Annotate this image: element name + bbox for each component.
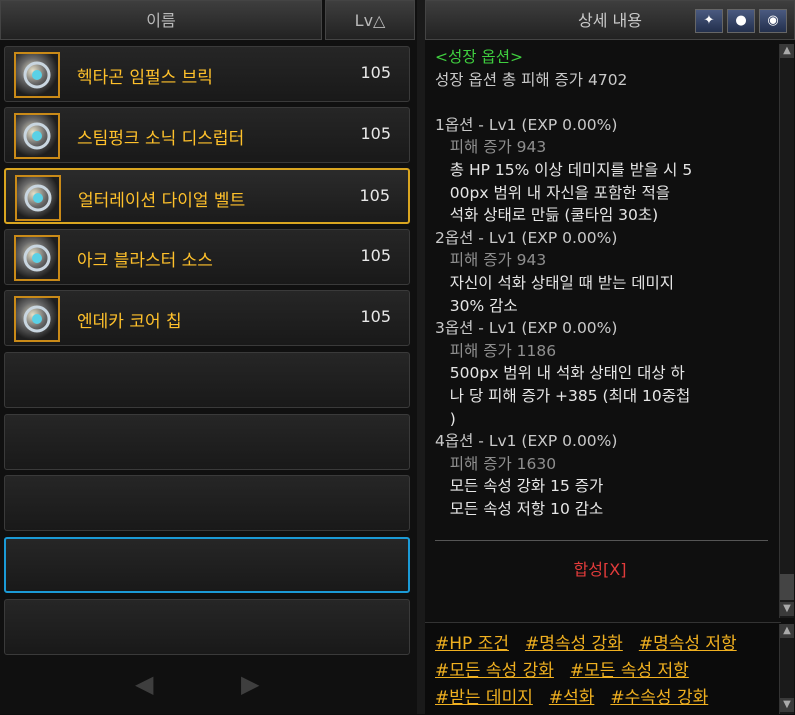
column-header-name[interactable]: 이름: [0, 0, 322, 40]
tag-link[interactable]: #받는 데미지: [435, 688, 533, 708]
detail-line: 피해 증가 1186: [435, 341, 557, 360]
next-page-arrow-icon[interactable]: ▶: [241, 670, 259, 698]
detail-line: ): [435, 409, 456, 428]
item-level: 105: [360, 124, 391, 143]
wing-icon[interactable]: ✦: [695, 9, 723, 33]
synthesis-label: 합성[X]: [573, 560, 627, 579]
tag-link[interactable]: #모든 속성 저항: [570, 661, 689, 681]
gear-weapon-icon: [14, 113, 60, 159]
panel-divider: [417, 0, 425, 714]
detail-line: 모든 속성 저항 10 감소: [435, 499, 604, 518]
detail-line: 자신이 석화 상태일 때 받는 데미지: [435, 273, 675, 292]
tag-link[interactable]: #명속성 강화: [525, 634, 623, 654]
tag-line: #HP 조건 #명속성 강화 #명속성 저항: [435, 629, 753, 654]
item-name: 헥타곤 임펄스 브릭: [77, 68, 213, 88]
tag-link[interactable]: #석화: [549, 688, 595, 708]
detail-line: 3옵션 - Lv1 (EXP 0.00%): [435, 319, 618, 338]
detail-line: 피해 증가 1630: [435, 454, 557, 473]
detail-line: 1옵션 - Lv1 (EXP 0.00%): [435, 115, 618, 134]
tag-line: #받는 데미지 #석화 #수속성 강화: [435, 683, 724, 708]
item-row[interactable]: 얼터레이션 다이얼 벨트 105: [4, 168, 410, 224]
chip-icon: [14, 296, 60, 342]
detail-text: <성장 옵션> 성장 옵션 총 피해 증가 4702 1옵션 - Lv1 (EXP…: [435, 46, 771, 520]
tag-link[interactable]: #모든 속성 강화: [435, 661, 554, 681]
empty-item-slot[interactable]: [4, 599, 410, 655]
item-row[interactable]: 엔데카 코어 칩 105: [4, 290, 410, 346]
empty-item-slot[interactable]: [4, 475, 410, 531]
item-level: 105: [359, 186, 390, 205]
column-header-level-sort[interactable]: Lv△: [325, 0, 415, 40]
item-name: 얼터레이션 다이얼 벨트: [78, 191, 246, 211]
detail-line: 500px 범위 내 석화 상태인 대상 하: [435, 364, 685, 383]
item-level: 105: [360, 307, 391, 326]
tag-scroll-down-icon[interactable]: ▼: [780, 698, 794, 712]
detail-scrollbar[interactable]: ▲ ▼: [779, 44, 794, 618]
detail-line: 2옵션 - Lv1 (EXP 0.00%): [435, 228, 618, 247]
scroll-up-icon[interactable]: ▲: [780, 44, 794, 58]
item-row[interactable]: 스팀펑크 소닉 디스럽터 105: [4, 107, 410, 163]
detail-line: 30% 감소: [435, 296, 518, 315]
prev-page-arrow-icon[interactable]: ◀: [135, 670, 153, 698]
tag-area: #HP 조건 #명속성 강화 #명속성 저항 #모든 속성 강화 #모든 속성 저항 #받…: [425, 622, 781, 715]
armor-gauntlet-icon: [14, 52, 60, 98]
detail-line: 모든 속성 강화 15 증가: [435, 477, 604, 496]
item-name: 엔데카 코어 칩: [77, 312, 182, 332]
ring-icon: [14, 235, 60, 281]
tag-link[interactable]: #명속성 저항: [639, 634, 737, 654]
scroll-thumb[interactable]: [780, 574, 794, 600]
item-row[interactable]: 아크 블라스터 소스 105: [4, 229, 410, 285]
detail-line: 피해 증가 943: [435, 138, 547, 157]
detail-line: 총 HP 15% 이상 데미지를 받을 시 5: [435, 160, 693, 179]
eye-icon[interactable]: ◉: [759, 9, 787, 33]
detail-panel: 상세 내용 ✦ ● ◉ <성장 옵션> 성장 옵션 총 피해 증가 4702 1옵…: [425, 0, 795, 715]
tag-scrollbar[interactable]: ▲ ▼: [779, 624, 794, 714]
scroll-down-icon[interactable]: ▼: [780, 602, 794, 616]
tag-scroll-up-icon[interactable]: ▲: [780, 624, 794, 638]
item-row[interactable]: 헥타곤 임펄스 브릭 105: [4, 46, 410, 102]
detail-line: 00px 범위 내 자신을 포함한 적을: [435, 183, 671, 202]
detail-line: <성장 옵션>: [435, 48, 523, 66]
pager: ◀ ▶: [135, 670, 275, 698]
tag-line: #모든 속성 강화 #모든 속성 저항: [435, 656, 705, 681]
tag-link[interactable]: #HP 조건: [435, 634, 509, 654]
empty-item-slot[interactable]: [4, 537, 410, 593]
empty-item-slot[interactable]: [4, 352, 410, 408]
belt-icon: [15, 175, 61, 221]
detail-line: [435, 91, 771, 114]
item-list-panel: 이름 Lv△ 헥타곤 임펄스 브릭 105 스팀펑크 소닉 디스럽터 105 얼터레이션…: [0, 0, 417, 714]
detail-line: 나 당 피해 증가 +385 (최대 10중첩: [435, 386, 691, 405]
pin-icon[interactable]: ●: [727, 9, 755, 33]
item-level: 105: [360, 246, 391, 265]
detail-line: 석화 상태로 만듦 (쿨타임 30초): [435, 206, 659, 225]
item-level: 105: [360, 63, 391, 82]
item-name: 아크 블라스터 소스: [77, 251, 213, 271]
empty-item-slot[interactable]: [4, 414, 410, 470]
divider-line: [435, 540, 768, 541]
item-name: 스팀펑크 소닉 디스럽터: [77, 129, 245, 149]
detail-line: 피해 증가 943: [435, 251, 547, 270]
detail-line: 4옵션 - Lv1 (EXP 0.00%): [435, 432, 618, 451]
detail-line: 성장 옵션 총 피해 증가 4702: [435, 70, 628, 89]
tag-link[interactable]: #수속성 강화: [610, 688, 708, 708]
